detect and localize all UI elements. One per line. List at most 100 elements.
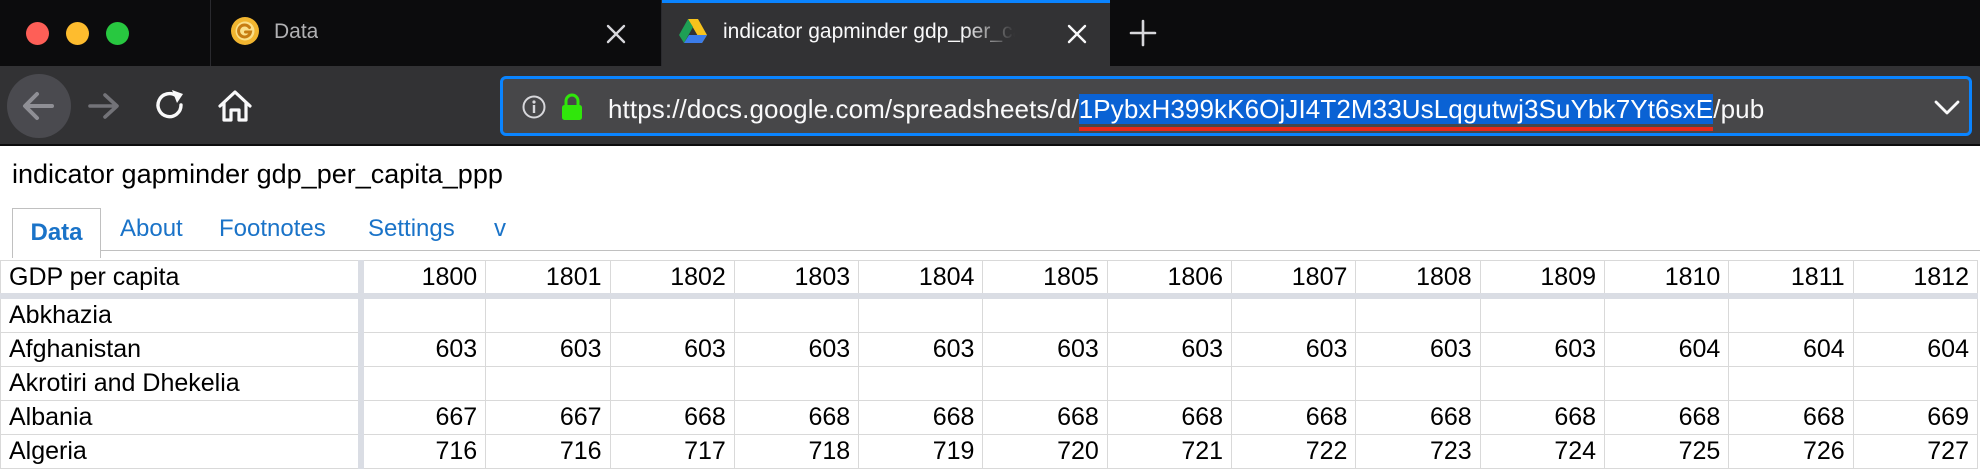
value-cell[interactable] <box>1852 295 1979 333</box>
value-cell[interactable]: 603 <box>858 332 984 367</box>
value-cell[interactable] <box>1604 295 1730 333</box>
tab-about[interactable]: About <box>120 208 183 250</box>
new-tab-plus-icon[interactable] <box>1128 18 1158 48</box>
value-cell[interactable] <box>360 366 487 401</box>
value-cell[interactable]: 603 <box>982 332 1108 367</box>
value-cell[interactable]: 720 <box>982 434 1108 469</box>
header-cell-year[interactable]: 1802 <box>609 260 735 299</box>
value-cell[interactable] <box>982 295 1108 333</box>
value-cell[interactable] <box>858 295 984 333</box>
forward-arrow-icon[interactable] <box>86 88 122 124</box>
value-cell[interactable]: 727 <box>1852 434 1979 469</box>
header-cell-year[interactable]: 1810 <box>1604 260 1730 299</box>
value-cell[interactable] <box>1479 366 1606 401</box>
value-cell[interactable]: 668 <box>1355 400 1481 435</box>
browser-tab-sheet[interactable]: indicator gapminder gdp_per_capita_ppp <box>662 0 1110 66</box>
value-cell[interactable]: 725 <box>1604 434 1730 469</box>
value-cell[interactable]: 668 <box>982 400 1108 435</box>
header-cell-year[interactable]: 1803 <box>733 260 860 299</box>
browser-tab-data[interactable]: Data <box>210 0 662 66</box>
value-cell[interactable]: 603 <box>485 332 611 367</box>
tab-footnotes[interactable]: Footnotes <box>219 208 326 250</box>
country-cell[interactable]: Abkhazia <box>0 295 365 333</box>
value-cell[interactable]: 716 <box>485 434 611 469</box>
header-cell-year[interactable]: 1811 <box>1728 260 1854 299</box>
close-tab-icon[interactable] <box>1066 23 1088 45</box>
value-cell[interactable]: 667 <box>485 400 611 435</box>
value-cell[interactable] <box>1355 366 1481 401</box>
value-cell[interactable]: 719 <box>858 434 984 469</box>
value-cell[interactable]: 668 <box>609 400 735 435</box>
value-cell[interactable]: 668 <box>1479 400 1606 435</box>
value-cell[interactable]: 668 <box>1231 400 1357 435</box>
header-cell-year[interactable]: 1805 <box>982 260 1108 299</box>
value-cell[interactable] <box>982 366 1108 401</box>
value-cell[interactable] <box>1728 366 1854 401</box>
value-cell[interactable]: 604 <box>1604 332 1730 367</box>
window-close-button[interactable] <box>26 22 49 45</box>
value-cell[interactable]: 603 <box>1106 332 1233 367</box>
header-cell-year[interactable]: 1804 <box>858 260 984 299</box>
value-cell[interactable]: 603 <box>733 332 860 367</box>
value-cell[interactable]: 668 <box>1728 400 1854 435</box>
value-cell[interactable]: 723 <box>1355 434 1481 469</box>
reload-icon[interactable] <box>152 88 188 124</box>
value-cell[interactable]: 668 <box>733 400 860 435</box>
window-maximize-button[interactable] <box>106 22 129 45</box>
value-cell[interactable] <box>485 295 611 333</box>
value-cell[interactable]: 722 <box>1231 434 1357 469</box>
value-cell[interactable]: 668 <box>1604 400 1730 435</box>
value-cell[interactable]: 724 <box>1479 434 1606 469</box>
header-cell-year[interactable]: 1809 <box>1479 260 1606 299</box>
tab-settings[interactable]: Settings <box>368 208 455 250</box>
home-icon[interactable] <box>216 87 254 125</box>
header-cell-year[interactable]: 1806 <box>1106 260 1233 299</box>
value-cell[interactable] <box>1231 295 1357 333</box>
value-cell[interactable] <box>1355 295 1481 333</box>
value-cell[interactable]: 668 <box>858 400 984 435</box>
value-cell[interactable]: 603 <box>1479 332 1606 367</box>
header-cell-year[interactable]: 1808 <box>1355 260 1481 299</box>
value-cell[interactable]: 726 <box>1728 434 1854 469</box>
back-button[interactable] <box>7 74 71 138</box>
country-cell[interactable]: Akrotiri and Dhekelia <box>0 366 365 401</box>
header-cell-indicator[interactable]: GDP per capita <box>0 260 365 299</box>
data-grid[interactable]: GDP per capita 1800 1801 1802 1803 1804 1805 18… <box>0 260 1980 470</box>
value-cell[interactable]: 603 <box>1231 332 1357 367</box>
tab-more[interactable]: v <box>494 208 506 250</box>
value-cell[interactable]: 668 <box>1106 400 1233 435</box>
value-cell[interactable] <box>733 366 860 401</box>
value-cell[interactable] <box>1852 366 1979 401</box>
header-cell-year[interactable]: 1801 <box>485 260 611 299</box>
value-cell[interactable] <box>1231 366 1357 401</box>
value-cell[interactable] <box>1106 295 1233 333</box>
country-cell[interactable]: Afghanistan <box>0 332 365 367</box>
value-cell[interactable]: 603 <box>360 332 487 367</box>
address-bar[interactable]: https://docs.google.com/spreadsheets/d/1… <box>500 76 1972 136</box>
value-cell[interactable]: 667 <box>360 400 487 435</box>
value-cell[interactable]: 603 <box>609 332 735 367</box>
close-tab-icon[interactable] <box>605 23 627 45</box>
header-cell-year[interactable]: 1807 <box>1231 260 1357 299</box>
value-cell[interactable]: 716 <box>360 434 487 469</box>
value-cell[interactable]: 718 <box>733 434 860 469</box>
country-cell[interactable]: Albania <box>0 400 365 435</box>
value-cell[interactable] <box>733 295 860 333</box>
value-cell[interactable] <box>360 295 487 333</box>
value-cell[interactable] <box>485 366 611 401</box>
header-cell-year[interactable]: 1800 <box>360 260 487 299</box>
value-cell[interactable] <box>1106 366 1233 401</box>
value-cell[interactable]: 603 <box>1355 332 1481 367</box>
value-cell[interactable] <box>609 366 735 401</box>
value-cell[interactable]: 669 <box>1852 400 1979 435</box>
url-text[interactable]: https://docs.google.com/spreadsheets/d/1… <box>608 94 1764 125</box>
value-cell[interactable]: 604 <box>1852 332 1979 367</box>
tab-data[interactable]: Data <box>12 208 101 258</box>
value-cell[interactable]: 604 <box>1728 332 1854 367</box>
lock-icon[interactable] <box>560 93 584 121</box>
value-cell[interactable] <box>1728 295 1854 333</box>
value-cell[interactable]: 717 <box>609 434 735 469</box>
value-cell[interactable] <box>1604 366 1730 401</box>
info-icon[interactable] <box>522 95 546 119</box>
chevron-down-icon[interactable] <box>1933 95 1961 119</box>
